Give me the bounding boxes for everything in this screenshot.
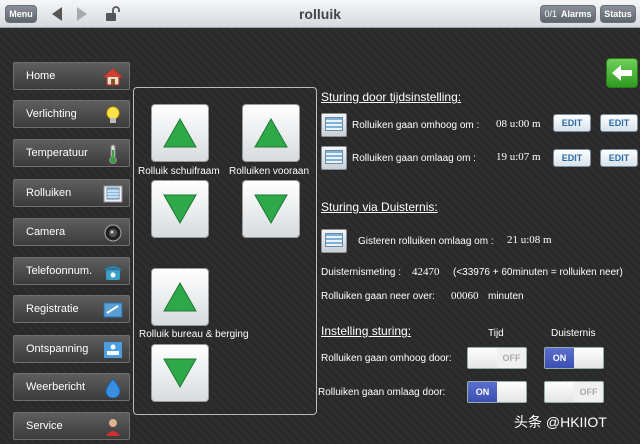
label-schuifraam: Rolluik schuifraam bbox=[138, 166, 220, 177]
instelling-heading: Instelling sturing: bbox=[321, 324, 412, 338]
relax-icon bbox=[104, 342, 122, 358]
toggle-knob bbox=[468, 348, 497, 368]
back-button[interactable] bbox=[606, 58, 638, 88]
service-icon bbox=[106, 419, 120, 436]
thermometer-icon bbox=[109, 144, 117, 164]
omlaag-time-value: 19 u:07 m bbox=[496, 151, 541, 163]
bureau-down-button[interactable] bbox=[151, 344, 209, 402]
sidebar-item-home[interactable]: Home bbox=[13, 62, 130, 90]
arrow-up-icon bbox=[163, 118, 197, 148]
vooraan-up-button[interactable] bbox=[242, 104, 300, 162]
omhoog-tijd-toggle[interactable]: OFF bbox=[467, 347, 527, 369]
duisternismeting-value: 42470 bbox=[412, 266, 440, 278]
toggle-knob bbox=[497, 382, 526, 402]
arrow-up-icon bbox=[254, 118, 288, 148]
sidebar-item-camera[interactable]: Camera bbox=[13, 218, 130, 246]
phone-icon bbox=[104, 266, 122, 280]
gisteren-label: Gisteren rolluiken omlaag om : bbox=[358, 236, 494, 247]
alarms-count: 0/1 bbox=[544, 9, 557, 19]
tijd-heading: Sturing door tijdsinstelling: bbox=[321, 90, 462, 104]
sidebar-item-label: Service bbox=[26, 420, 63, 432]
omhoog-edit-minute-button[interactable]: EDIT bbox=[600, 114, 638, 132]
row-omhoog-label: Rolluiken gaan omhoog door: bbox=[321, 353, 452, 364]
sidebar-item-label: Ontspanning bbox=[26, 343, 89, 355]
sidebar-item-label: Telefoonnum. bbox=[26, 265, 93, 277]
col-duisternis-label: Duisternis bbox=[551, 328, 596, 339]
col-tijd-label: Tijd bbox=[488, 328, 504, 339]
bureau-up-button[interactable] bbox=[151, 268, 209, 326]
neer-over-value: 00060 bbox=[451, 290, 479, 302]
sidebar-item-verlichting[interactable]: Verlichting bbox=[13, 100, 130, 128]
lightbulb-icon bbox=[106, 106, 120, 123]
omlaag-edit-hour-button[interactable]: EDIT bbox=[553, 149, 591, 167]
shutter-icon bbox=[321, 229, 347, 253]
status-button[interactable]: Status bbox=[600, 5, 636, 23]
shutter-control-panel: Rolluik schuifraam Rolluiken vooraan Rol… bbox=[133, 87, 317, 415]
label-vooraan: Rolluiken vooraan bbox=[229, 166, 310, 177]
schuifraam-up-button[interactable] bbox=[151, 104, 209, 162]
arrow-down-icon bbox=[163, 194, 197, 224]
water-drop-icon bbox=[105, 378, 121, 398]
alarms-button[interactable]: 0/1 Alarms bbox=[540, 5, 596, 23]
register-icon bbox=[103, 302, 123, 318]
neer-over-label: Rolluiken gaan neer over: bbox=[321, 291, 435, 302]
alarms-label: Alarms bbox=[561, 9, 592, 19]
sidebar-item-label: Verlichting bbox=[26, 108, 77, 120]
duisternis-heading: Sturing via Duisternis: bbox=[321, 200, 438, 214]
shutter-icon bbox=[103, 185, 123, 203]
sidebar-item-registratie[interactable]: Registratie bbox=[13, 295, 130, 323]
toggle-on-label: ON bbox=[468, 382, 497, 402]
sidebar-item-rolluiken[interactable]: Rolluiken bbox=[13, 179, 130, 207]
watermark: 头条 @HKIIOT bbox=[514, 414, 607, 430]
omlaag-duisternis-toggle[interactable]: OFF bbox=[544, 381, 604, 403]
duisternismeting-label: Duisternismeting : bbox=[321, 267, 402, 278]
sidebar-item-label: Rolluiken bbox=[26, 187, 72, 199]
sidebar-item-weerbericht[interactable]: Weerbericht bbox=[13, 373, 130, 401]
duisternismeting-note: (<33976 + 60minuten = rolluiken neer) bbox=[453, 267, 623, 278]
gisteren-time-value: 21 u:08 m bbox=[507, 234, 552, 246]
toggle-off-label: OFF bbox=[579, 387, 598, 397]
vooraan-down-button[interactable] bbox=[242, 180, 300, 238]
sidebar-item-service[interactable]: Service bbox=[13, 412, 130, 440]
sidebar-item-label: Temperatuur bbox=[26, 147, 88, 159]
sidebar-item-telefoonnum[interactable]: Telefoonnum. bbox=[13, 257, 130, 285]
label-bureau: Rolluik bureau & berging bbox=[139, 329, 249, 340]
toggle-knob bbox=[545, 382, 574, 402]
row-omlaag-label: Rolluiken gaan omlaag door: bbox=[318, 387, 446, 398]
shutter-icon bbox=[321, 146, 347, 170]
arrow-left-icon bbox=[612, 65, 632, 81]
toggle-on-label: ON bbox=[545, 348, 574, 368]
toggle-knob bbox=[574, 348, 603, 368]
sidebar-item-label: Home bbox=[26, 70, 56, 82]
top-bar: Menu rolluik 0/1 Alarms Status bbox=[0, 0, 640, 28]
arrow-down-icon bbox=[163, 358, 197, 388]
camera-icon bbox=[104, 224, 122, 242]
omlaag-tijd-toggle[interactable]: ON bbox=[467, 381, 527, 403]
sidebar-item-ontspanning[interactable]: Ontspanning bbox=[13, 335, 130, 363]
schuifraam-down-button[interactable] bbox=[151, 180, 209, 238]
sidebar-item-temperatuur[interactable]: Temperatuur bbox=[13, 139, 130, 167]
sidebar-item-label: Registratie bbox=[26, 303, 79, 315]
neer-over-unit: minuten bbox=[488, 291, 524, 302]
house-icon bbox=[103, 68, 123, 86]
omhoog-time-value: 08 u:00 m bbox=[496, 118, 541, 130]
arrow-down-icon bbox=[254, 194, 288, 224]
shutter-icon bbox=[321, 113, 347, 137]
omlaag-edit-minute-button[interactable]: EDIT bbox=[600, 149, 638, 167]
sidebar-item-label: Camera bbox=[26, 226, 66, 238]
omhoog-duisternis-toggle[interactable]: ON bbox=[544, 347, 604, 369]
omhoog-time-label: Rolluiken gaan omhoog om : bbox=[352, 120, 480, 131]
sidebar-item-label: Weerbericht bbox=[26, 381, 86, 393]
arrow-up-icon bbox=[163, 282, 197, 312]
toggle-off-label: OFF bbox=[502, 353, 521, 363]
omhoog-edit-hour-button[interactable]: EDIT bbox=[553, 114, 591, 132]
omlaag-time-label: Rolluiken gaan omlaag om : bbox=[352, 153, 476, 164]
